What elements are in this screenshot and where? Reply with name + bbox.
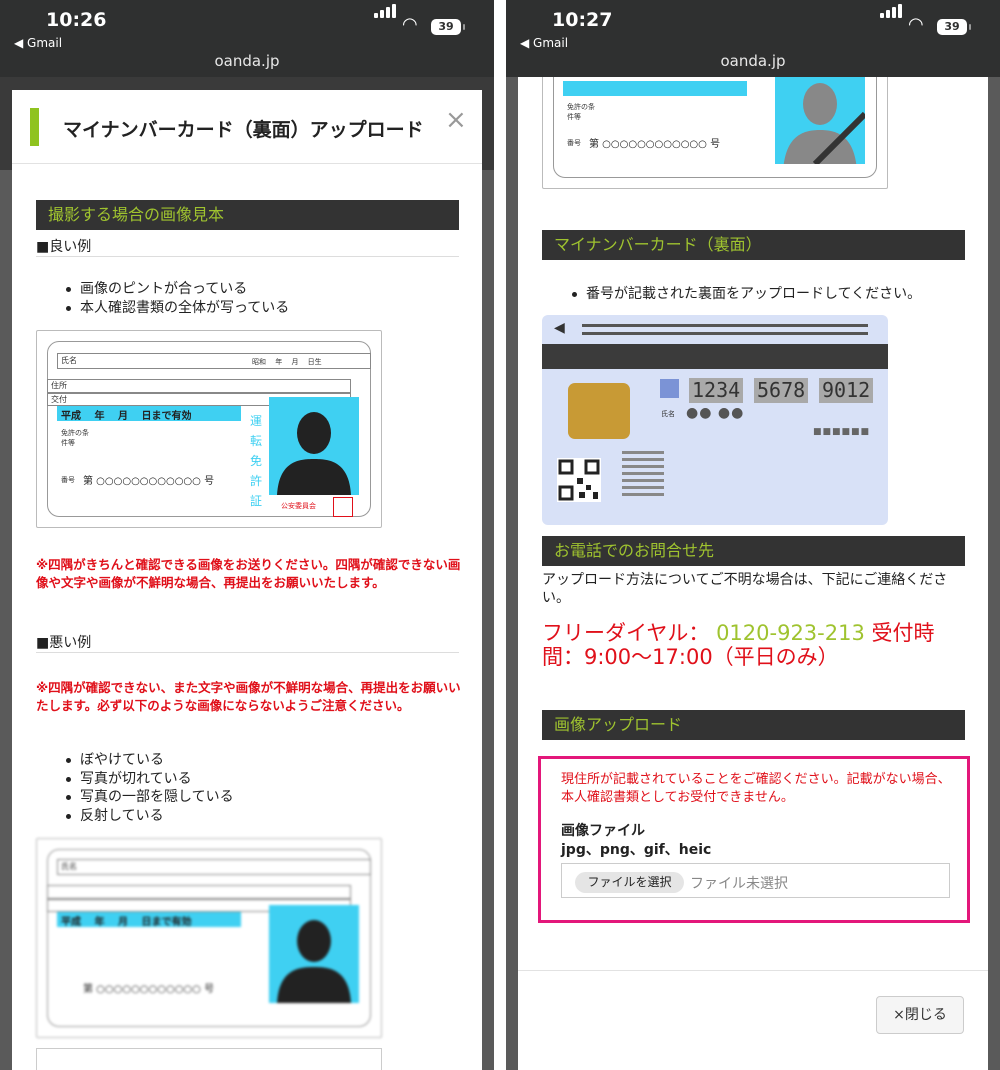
good-license-image: 氏名 昭和 年 月 日生 住所 交付 平成 年 月 日まで有効 免許の条件等 番… <box>36 330 382 528</box>
number-label: 番号 <box>61 476 75 484</box>
list-item: 画像のピントが合っている <box>64 280 289 299</box>
file-field-label: 画像ファイル <box>561 823 645 839</box>
qr-code-icon <box>557 458 601 502</box>
good-points-list: 画像のピントが合っている 本人確認書類の全体が写っている <box>64 280 289 317</box>
birthdate-label: 昭和 年 月 日生 <box>252 358 322 366</box>
name-label: 氏名 <box>61 356 77 365</box>
wifi-icon: ◠ <box>402 14 418 35</box>
right-screenshot: 10:27 ◀ Gmail oanda.jp ◠ 39 免許の条件等 番号 第 … <box>506 0 1000 1070</box>
mynumber-card-back-image: ◀ 1234 5678 9012 氏名 ●● ●● ■■■■■■ <box>542 315 888 525</box>
card-name-dots: ●● ●● <box>686 405 745 421</box>
divider <box>36 256 459 257</box>
address-bar-url[interactable]: oanda.jp <box>506 52 1000 70</box>
freedial-label: フリーダイヤル： <box>542 621 710 645</box>
battery-icon: 39 <box>937 19 971 35</box>
card-number-2: 5678 <box>754 378 809 403</box>
list-item: ぼやけている <box>64 751 234 770</box>
person-silhouette-icon <box>277 920 351 1003</box>
card-grey-marks: ■■■■■■ <box>813 427 871 437</box>
issue-label: 交付 <box>51 395 67 404</box>
list-item: 反射している <box>64 807 234 826</box>
wifi-icon: ◠ <box>908 14 924 35</box>
list-item: 本人確認書類の全体が写っている <box>64 299 289 318</box>
file-status-text: ファイル未選択 <box>690 876 788 892</box>
address-notice: 現住所が記載されていることをご確認ください。記載がない場合、本人確認書類としてお… <box>561 772 951 805</box>
close-icon[interactable]: × <box>445 105 467 135</box>
bad-points-list: ぼやけている 写真が切れている 写真の一部を隠している 反射している <box>64 751 234 825</box>
license-vertical-text: 運 転 免 許 証 <box>250 414 263 508</box>
clock: 10:27 <box>552 9 613 31</box>
choose-file-button[interactable]: ファイルを選択 <box>575 872 684 893</box>
license-number: 第 ○○○○○○○○○○○○ 号 <box>83 476 215 487</box>
valid-until-label: 平成 年 月 日まで有効 <box>61 411 192 422</box>
left-screenshot: 10:26 ◀ Gmail oanda.jp ◠ 39 マイナンバーカード（裏面… <box>0 0 494 1070</box>
upload-modal: マイナンバーカード（裏面）アップロード × 撮影する場合の画像見本 ■良い例 画… <box>12 90 482 1070</box>
person-silhouette-icon <box>783 83 865 164</box>
warning-corners: ※四隅がきちんと確認できる画像をお送りください。四隅が確認できない画像や文字や画… <box>36 557 461 590</box>
seal-stamp-icon <box>333 497 353 517</box>
modal-title: マイナンバーカード（裏面）アップロード <box>63 119 424 141</box>
portrait-photo <box>269 397 359 495</box>
back-to-gmail-link[interactable]: ◀ Gmail <box>520 36 568 50</box>
address-label: 住所 <box>51 381 67 390</box>
close-button[interactable]: ×閉じる <box>876 996 964 1034</box>
blurry-license-image: 氏名 平成 年 月 日まで有効 第 ○○○○○○○○○○○○ 号 <box>36 838 382 1038</box>
section-mynumber-back: マイナンバーカード（裏面） <box>542 230 965 260</box>
card-number-1: 1234 <box>689 378 744 403</box>
list-item: 写真が切れている <box>64 770 234 789</box>
back-to-gmail-link[interactable]: ◀ Gmail <box>14 36 62 50</box>
upload-form-box: 現住所が記載されていることをご確認ください。記載がない場合、本人確認書類としてお… <box>538 756 970 923</box>
conditions-label: 免許の条件等 <box>61 429 89 447</box>
seal-text: 公安委員会 <box>281 502 316 510</box>
ic-chip-icon <box>568 383 630 439</box>
section-sample-images: 撮影する場合の画像見本 <box>36 200 459 230</box>
modal-footer-divider <box>518 970 988 971</box>
section-image-upload: 画像アップロード <box>542 710 965 740</box>
upload-modal: 免許の条件等 番号 第 ○○○○○○○○○○○○ 号 マイナンバーカード（裏面）… <box>518 77 988 1070</box>
file-types-label: jpg、png、gif、heic <box>561 842 712 858</box>
file-input[interactable]: ファイルを選択 ファイル未選択 <box>561 863 950 898</box>
freedial-info: フリーダイヤル： 0120-923-213 受付時 間：9:00〜17:00（平… <box>542 621 962 669</box>
bad-example-heading: ■悪い例 <box>36 635 92 651</box>
browser-status-bar: 10:26 ◀ Gmail oanda.jp ◠ 39 <box>0 0 494 77</box>
address-bar-url[interactable]: oanda.jp <box>0 52 494 70</box>
modal-header: マイナンバーカード（裏面）アップロード × <box>12 90 482 164</box>
divider <box>36 652 459 653</box>
list-item: 写真の一部を隠している <box>64 788 234 807</box>
warning-resubmit: ※四隅が確認できない、また文字や画像が不鮮明な場合、再提出をお願いいたします。必… <box>36 680 461 713</box>
contact-description: アップロード方法についてご不明な場合は、下記にご連絡ください。 <box>542 572 948 606</box>
clock: 10:26 <box>46 9 107 31</box>
title-accent-bar <box>30 108 39 146</box>
person-silhouette-icon <box>277 412 351 495</box>
browser-status-bar: 10:27 ◀ Gmail oanda.jp ◠ 39 <box>506 0 1000 77</box>
hours-prefix: 受付時 <box>871 621 935 645</box>
battery-icon: 39 <box>431 19 465 35</box>
arrow-left-icon: ◀ <box>554 320 565 336</box>
card-instructions-list: 番号が記載された裏面をアップロードしてください。 <box>570 285 921 304</box>
list-item: 番号が記載された裏面をアップロードしてください。 <box>570 285 921 304</box>
freedial-number[interactable]: 0120-923-213 <box>716 621 865 645</box>
section-phone-contact: お電話でのお問合せ先 <box>542 536 965 566</box>
card-name-label: 氏名 <box>661 410 675 418</box>
next-sample-image <box>36 1048 382 1070</box>
license-image-partial: 免許の条件等 番号 第 ○○○○○○○○○○○○ 号 <box>542 77 888 189</box>
card-number-3: 9012 <box>819 378 874 403</box>
hours-text: 間：9:00〜17:00（平日のみ） <box>542 645 839 669</box>
good-example-heading: ■良い例 <box>36 239 92 255</box>
